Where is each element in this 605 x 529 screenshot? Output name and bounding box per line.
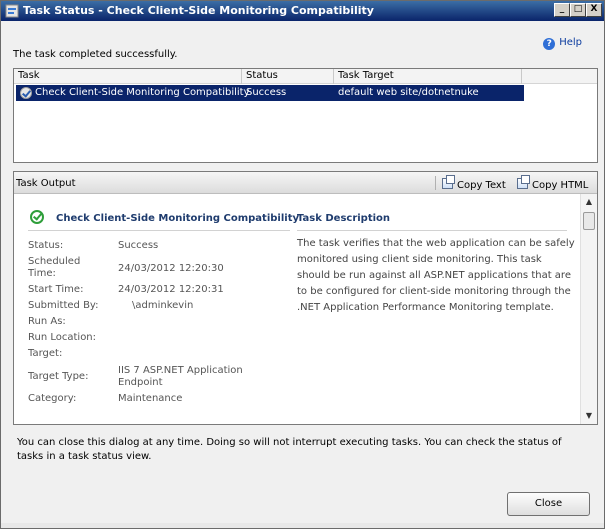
close-window-button[interactable]: X: [586, 3, 602, 17]
status-message: The task completed successfully.: [13, 49, 178, 60]
success-icon: [30, 210, 44, 224]
prop-label-category: Category:: [28, 393, 77, 404]
footer-note: You can close this dialog at any time. D…: [17, 437, 562, 462]
help-icon: ?: [543, 38, 556, 50]
prop-label-target-type: Target Type:: [28, 371, 89, 382]
column-header-status[interactable]: Status: [242, 69, 334, 84]
bottom-edge: [1, 523, 604, 528]
scroll-down-icon[interactable]: ▼: [581, 408, 597, 424]
prop-label-start-time: Start Time:: [28, 284, 84, 295]
output-task-title: Check Client-Side Monitoring Compatibili…: [56, 213, 299, 224]
task-output-header: Task Output Copy Text Copy HTML: [14, 172, 597, 194]
prop-value-start-time: 24/03/2012 12:20:31: [118, 284, 224, 295]
prop-value-status: Success: [118, 240, 159, 251]
copy-html-label: Copy HTML: [532, 180, 589, 191]
app-icon: [5, 4, 19, 18]
prop-value-scheduled-time: 24/03/2012 12:20:30: [118, 263, 224, 274]
scroll-thumb[interactable]: [583, 212, 595, 230]
help-label: Help: [559, 37, 582, 48]
toolbar-separator: [435, 176, 436, 190]
task-status-icon: [20, 87, 32, 99]
copy-text-button[interactable]: Copy Text: [442, 175, 506, 191]
prop-value-submitted-by: \adminkevin: [132, 300, 194, 311]
task-status-dialog: Task Status - Check Client-Side Monitori…: [0, 0, 605, 529]
title-divider: [28, 230, 290, 231]
task-status: Success: [246, 87, 287, 98]
window-title: Task Status - Check Client-Side Monitori…: [23, 4, 374, 17]
prop-label-status: Status:: [28, 240, 64, 251]
prop-value-target-type: IIS 7 ASP.NET Application Endpoint: [118, 365, 243, 388]
column-header-task[interactable]: Task: [14, 69, 242, 84]
copy-html-icon: [517, 175, 530, 189]
help-link[interactable]: ? Help: [543, 37, 582, 50]
copy-text-label: Copy Text: [457, 180, 506, 191]
close-button[interactable]: Close: [507, 492, 590, 516]
task-output-label: Task Output: [16, 178, 76, 189]
task-row[interactable]: Check Client-Side Monitoring Compatibili…: [16, 85, 524, 101]
minimize-button[interactable]: _: [554, 3, 570, 17]
prop-label-run-as: Run As:: [28, 316, 66, 327]
description-divider: [297, 230, 567, 231]
prop-label-target: Target:: [28, 348, 63, 359]
title-bar: Task Status - Check Client-Side Monitori…: [1, 1, 604, 21]
prop-label-submitted-by: Submitted By:: [28, 300, 99, 311]
column-header-task-target[interactable]: Task Target: [334, 69, 522, 84]
prop-value-category: Maintenance: [118, 393, 183, 404]
output-scrollbar[interactable]: ▲ ▼: [580, 194, 597, 424]
scroll-up-icon[interactable]: ▲: [581, 194, 597, 210]
maximize-button[interactable]: □: [570, 3, 586, 17]
copy-html-button[interactable]: Copy HTML: [517, 175, 589, 191]
task-description-title: Task Description: [297, 213, 391, 224]
task-description-text: The task verifies that the web applicati…: [297, 238, 575, 313]
prop-label-run-location: Run Location:: [28, 332, 97, 343]
task-name: Check Client-Side Monitoring Compatibili…: [35, 87, 250, 98]
copy-text-icon: [442, 175, 455, 189]
task-list-header: Task Status Task Target: [14, 69, 597, 84]
prop-label-scheduled-time: Scheduled Time:: [28, 256, 81, 279]
task-target: default web site/dotnetnuke: [338, 87, 479, 98]
task-output-panel: Task Output Copy Text Copy HTML Check Cl…: [13, 171, 598, 425]
task-list: Task Status Task Target Check Client-Sid…: [13, 68, 598, 163]
